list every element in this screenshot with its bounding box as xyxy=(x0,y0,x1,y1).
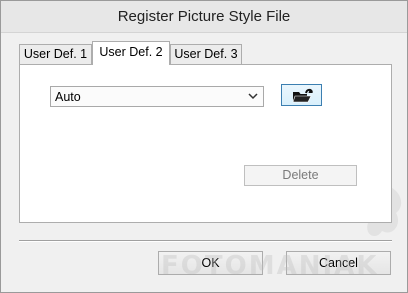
cancel-button[interactable]: Cancel xyxy=(286,251,391,275)
tab-user-def-1[interactable]: User Def. 1 xyxy=(19,44,92,64)
tab-panel: Auto Delete xyxy=(19,64,392,223)
open-file-button[interactable] xyxy=(281,84,322,106)
footer-separator xyxy=(19,240,392,242)
tab-user-def-2[interactable]: User Def. 2 xyxy=(92,41,170,65)
title-bar: Register Picture Style File xyxy=(1,1,407,33)
ok-button[interactable]: OK xyxy=(158,251,263,275)
open-folder-icon xyxy=(292,88,313,103)
tab-user-def-3[interactable]: User Def. 3 xyxy=(170,44,242,64)
delete-button[interactable]: Delete xyxy=(244,165,357,186)
window-title: Register Picture Style File xyxy=(117,8,291,25)
dialog-window: Register Picture Style File User Def. 1 … xyxy=(0,0,408,293)
chevron-down-icon xyxy=(247,88,259,104)
picture-style-select[interactable]: Auto xyxy=(50,86,264,107)
picture-style-select-value: Auto xyxy=(55,90,81,104)
